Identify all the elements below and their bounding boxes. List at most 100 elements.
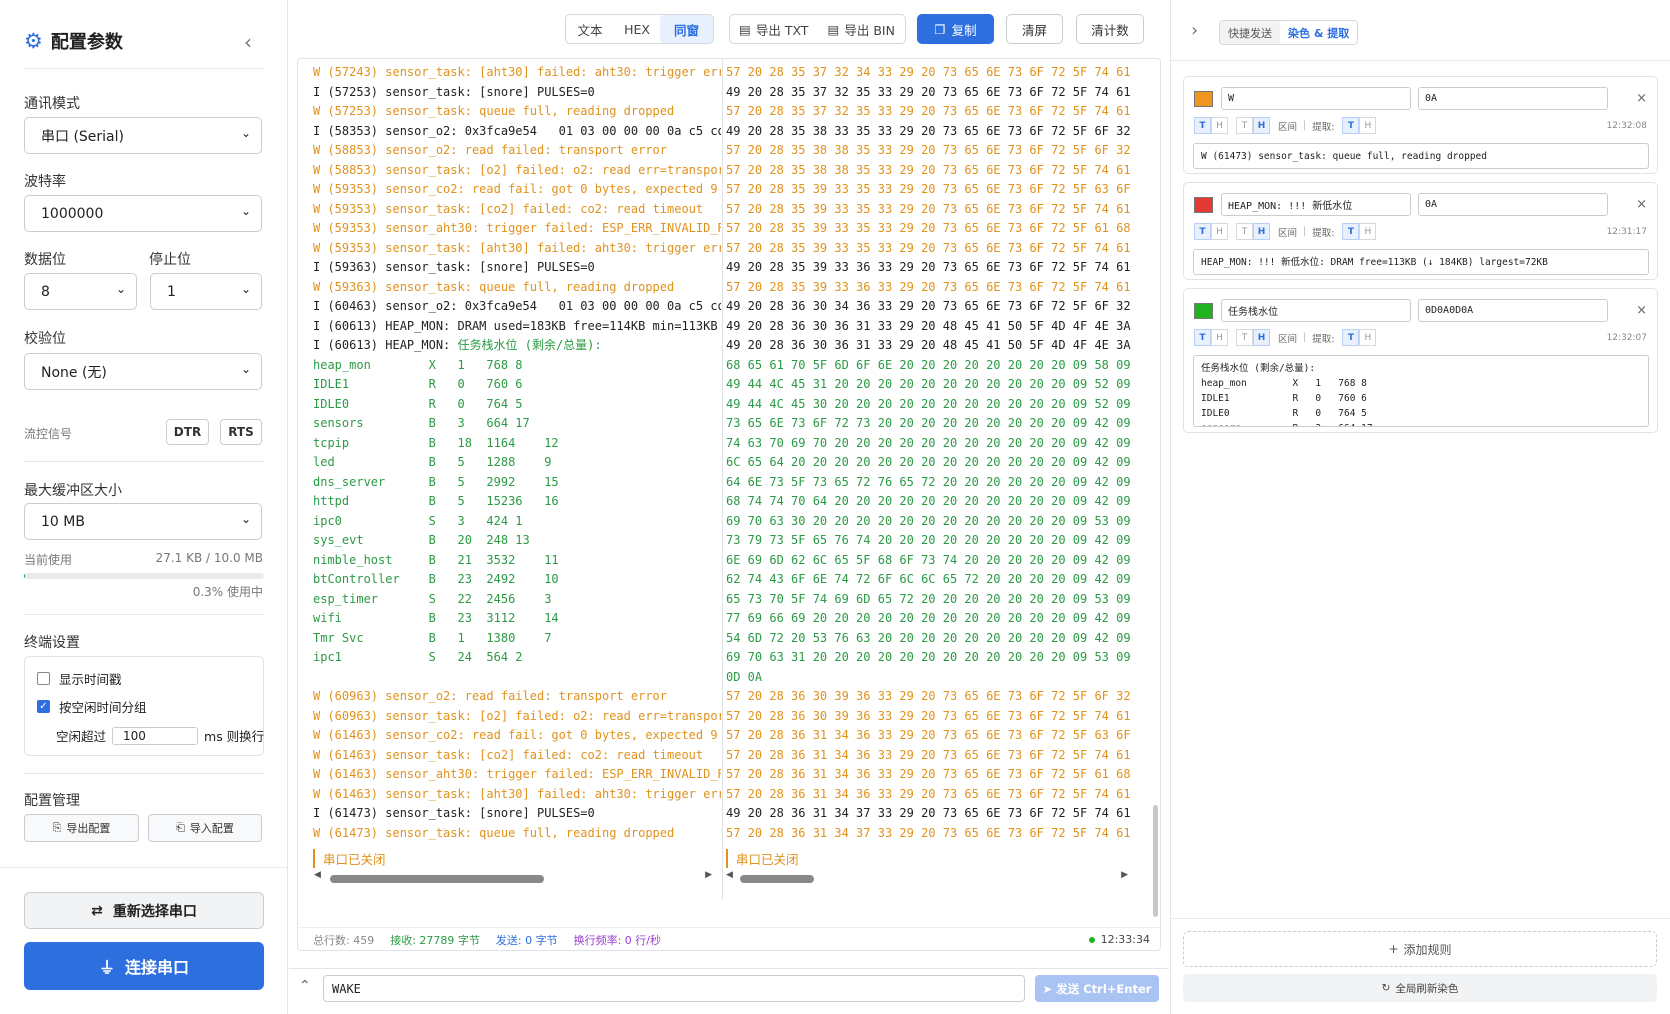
text-toggle[interactable]: T [1342,117,1360,134]
hex-toggle[interactable]: H [1253,223,1270,240]
scroll-thumb[interactable] [740,875,814,883]
hex-toggle[interactable]: H [1253,117,1270,134]
config-panel: ⚙ 配置参数 ‹ 通讯模式 串口 (Serial) ⌄ 波特率 1000000 ⌄ … [0,0,288,1014]
command-input[interactable]: WAKE [323,975,1025,1002]
close-icon[interactable]: × [1636,91,1647,106]
scroll-right-icon[interactable]: ▶ [705,870,712,880]
separator: | [1303,332,1307,343]
scroll-left-icon[interactable]: ◀ [726,870,733,880]
hex-toggle[interactable]: H [1211,117,1228,134]
refresh-coloring-button[interactable]: ↻ 全局刷新染色 [1183,974,1657,1002]
log-text: 65 73 70 5F 74 69 6D 65 72 20 20 20 20 2… [726,591,1136,606]
stopbits-value: 1 [167,283,176,300]
clear-count-button[interactable]: 清计数 [1076,14,1144,44]
hex-toggle[interactable]: H [1359,329,1377,346]
text-toggle[interactable]: T [1236,117,1253,134]
log-text: W (59353) sensor_aht30: trigger failed: … [313,221,721,235]
group-idle-checkbox[interactable]: ✓ 按空闲时间分组 [37,697,147,716]
text-log-pane[interactable]: W (57243) sensor_task: [aht30] failed: a… [313,63,721,843]
gear-icon: ⚙ [24,28,43,53]
log-text: 77 69 66 69 20 20 20 20 20 20 20 20 20 2… [726,611,1136,625]
log-line: heap_mon X 1 768 8 [313,356,721,376]
text-toggle[interactable]: T [1194,223,1211,240]
rule-end-input[interactable]: 0A [1418,193,1608,216]
mode-text-tab[interactable]: 文本 [566,15,614,43]
terminal[interactable]: W (57243) sensor_task: [aht30] failed: a… [297,58,1161,951]
rule-color-swatch[interactable] [1194,197,1213,213]
tab-quick-send[interactable]: 快捷发送 [1220,21,1280,44]
close-icon[interactable]: × [1636,303,1647,318]
scroll-thumb[interactable] [330,875,544,883]
export-txt-button[interactable]: ▤ 导出 TXT [730,15,818,43]
text-toggle[interactable]: T [1342,223,1360,240]
scroll-right-icon[interactable]: ▶ [1121,870,1128,880]
text-toggle[interactable]: T [1194,117,1211,134]
mode-sync-tab[interactable]: 同窗 [660,15,713,43]
import-config-button[interactable]: ⎗ 导入配置 [148,814,262,842]
log-line: W (59353) sensor_task: [aht30] failed: a… [313,239,721,259]
close-icon[interactable]: × [1636,197,1647,212]
export-bin-button[interactable]: ▤ 导出 BIN [818,15,906,43]
log-line: Tmr Svc B 1 1380 7 [313,629,721,649]
rules-panel: › 快捷发送 染色 & 提取 W 0A × T H T H 区间 | 提取: T H 12:32:08 W… [1170,0,1670,1014]
chevron-right-icon[interactable]: › [1191,20,1198,41]
log-text: 49 20 28 36 30 36 31 33 29 20 48 45 41 5… [726,318,1131,333]
parity-select[interactable]: None (无) ⌄ [24,353,262,390]
mode-hex-tab[interactable]: HEX [614,15,660,43]
send-button[interactable]: ➤ 发送 Ctrl+Enter [1035,975,1159,1002]
log-line: W (61463) sensor_task: [aht30] failed: a… [313,785,721,805]
comm-mode-select[interactable]: 串口 (Serial) ⌄ [24,117,262,154]
rule-pattern-input[interactable]: HEAP_MON: !!! 新低水位 [1221,193,1411,216]
log-line: esp_timer S 22 2456 3 [313,590,721,610]
rule-preview: 任务栈水位 (剩余/总量): heap_mon X 1 768 8 IDLE1 … [1193,355,1649,427]
hex-toggle[interactable]: H [1359,117,1377,134]
rule-end-input[interactable]: 0A [1418,87,1608,110]
chevron-up-icon[interactable]: ⌃ [299,978,311,994]
rule-pattern-input[interactable]: 任务栈水位 [1221,299,1411,322]
export-group: ▤ 导出 TXT ▤ 导出 BIN [729,14,906,44]
dtr-toggle[interactable]: DTR [166,419,209,445]
log-text: 49 20 28 36 31 34 37 33 29 20 73 65 6E 7… [726,806,1131,820]
v-scrollbar[interactable] [1153,805,1158,917]
reselect-port-button[interactable]: ⇄ 重新选择串口 [24,892,264,929]
status-bar: 总行数: 459 接收: 27789 字节 发送: 0 字节 换行频率: 0 行… [298,927,1160,950]
baud-select[interactable]: 1000000 ⌄ [24,195,262,232]
h-scrollbar-left[interactable]: ◀ ▶ [314,870,712,883]
collapse-icon[interactable]: ‹ [244,30,252,54]
log-text: nimble_host B 21 3532 11 [313,552,559,567]
rule-end-input[interactable]: 0D0A0D0A [1418,299,1608,322]
hex-toggle[interactable]: H [1211,223,1228,240]
hex-log-pane[interactable]: 57 20 28 35 37 32 34 33 29 20 73 65 6E 7… [726,63,1136,843]
text-toggle[interactable]: T [1236,329,1253,346]
h-scrollbar-right[interactable]: ◀ ▶ [726,870,1128,883]
log-text: 57 20 28 36 31 34 36 33 29 20 73 65 6E 7… [726,786,1131,801]
copy-button[interactable]: ❐ 复制 [917,14,994,44]
log-line: 68 65 61 70 5F 6D 6F 6E 20 20 20 20 20 2… [726,356,1136,376]
text-toggle[interactable]: T [1342,329,1360,346]
text-toggle[interactable]: T [1236,223,1253,240]
rts-toggle[interactable]: RTS [220,419,262,445]
tab-color-extract[interactable]: 染色 & 提取 [1280,21,1358,44]
buffer-select[interactable]: 10 MB ⌄ [24,503,262,540]
log-line: 49 20 28 35 39 33 36 33 29 20 73 65 6E 7… [726,258,1136,278]
scroll-left-icon[interactable]: ◀ [314,870,321,880]
hex-toggle[interactable]: H [1359,223,1377,240]
show-timestamp-checkbox[interactable]: 显示时间戳 [37,669,122,688]
connect-port-button[interactable]: ⏚ 连接串口 [24,942,264,990]
export-bin-label: 导出 BIN [844,22,895,38]
text-toggle[interactable]: T [1194,329,1211,346]
stopbits-select[interactable]: 1 ⌄ [150,273,262,310]
log-text: 57 20 28 35 38 38 35 33 29 20 73 65 6E 7… [726,143,1131,157]
clear-screen-button[interactable]: 清屏 [1006,14,1063,44]
export-config-button[interactable]: ⎘ 导出配置 [24,814,139,842]
databits-select[interactable]: 8 ⌄ [24,273,137,310]
hex-toggle[interactable]: H [1211,329,1228,346]
log-text: 57 20 28 35 37 32 34 33 29 20 73 65 6E 7… [726,65,1131,79]
log-line: 77 69 66 69 20 20 20 20 20 20 20 20 20 2… [726,609,1136,629]
rule-color-swatch[interactable] [1194,91,1213,107]
hex-toggle[interactable]: H [1253,329,1270,346]
idle-input[interactable]: 100 [112,726,199,745]
rule-color-swatch[interactable] [1194,303,1213,319]
rule-pattern-input[interactable]: W [1221,87,1411,110]
add-rule-button[interactable]: + 添加规则 [1183,931,1657,967]
